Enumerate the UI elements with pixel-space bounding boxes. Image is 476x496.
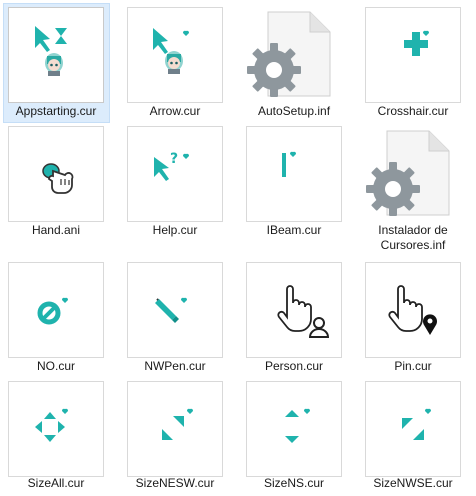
file-item-hand[interactable]: Hand.ani [0, 119, 119, 259]
settings-file-icon [244, 6, 340, 107]
file-name: Person.cur [264, 359, 324, 373]
crosshair-cursor-icon [365, 7, 461, 103]
file-item-instalador[interactable]: Instalador de Cursores.inf [357, 119, 476, 259]
size-nesw-cursor-icon [127, 381, 223, 477]
file-item-crosshair[interactable]: Crosshair.cur [357, 0, 476, 124]
pen-cursor-icon [127, 262, 223, 358]
size-nwse-cursor-icon [365, 381, 461, 477]
file-name: Help.cur [152, 223, 198, 237]
file-item-person[interactable]: Person.cur [238, 255, 357, 379]
file-item-sizenesw[interactable]: SizeNESW.cur [119, 374, 238, 496]
file-name: Hand.ani [31, 223, 81, 237]
settings-file-icon [363, 125, 459, 226]
file-name: Instalador de Cursores.inf [378, 223, 448, 252]
file-name: NWPen.cur [144, 359, 206, 373]
size-all-cursor-icon [8, 381, 104, 477]
help-cursor-icon: ? [127, 126, 223, 222]
file-item-autosetup[interactable]: AutoSetup.inf [238, 0, 357, 124]
file-name: SizeNS.cur [263, 476, 325, 490]
size-ns-cursor-icon [246, 381, 342, 477]
svg-text:?: ? [170, 151, 178, 167]
file-name: AutoSetup.inf [257, 104, 331, 118]
file-item-ibeam[interactable]: IBeam.cur [238, 119, 357, 259]
file-item-sizens[interactable]: SizeNS.cur [238, 374, 357, 496]
file-name: IBeam.cur [266, 223, 322, 237]
file-name: SizeAll.cur [27, 476, 85, 490]
no-cursor-icon [8, 262, 104, 358]
file-item-help[interactable]: ? Help.cur [119, 119, 238, 259]
hand-cursor-icon [8, 126, 104, 222]
file-item-arrow[interactable]: Arrow.cur [119, 0, 238, 124]
person-cursor-icon [246, 262, 342, 358]
file-item-pin[interactable]: Pin.cur [357, 255, 476, 379]
pin-cursor-icon [365, 262, 461, 358]
arrow-cursor-icon [127, 7, 223, 103]
file-name: Pin.cur [394, 359, 432, 373]
file-name: Crosshair.cur [377, 104, 449, 118]
ibeam-cursor-icon [246, 126, 342, 222]
file-item-appstarting[interactable]: Appstarting.cur [0, 0, 119, 124]
file-item-no[interactable]: NO.cur [0, 255, 119, 379]
file-item-nwpen[interactable]: NWPen.cur [119, 255, 238, 379]
file-name: Arrow.cur [149, 104, 201, 118]
file-name: NO.cur [36, 359, 75, 373]
appstarting-cursor-icon [8, 7, 104, 103]
file-name: SizeNWSE.cur [373, 476, 453, 490]
file-name: Appstarting.cur [15, 104, 97, 118]
file-item-sizenwse[interactable]: SizeNWSE.cur [357, 374, 476, 496]
file-name: SizeNESW.cur [135, 476, 215, 490]
file-item-sizeall[interactable]: SizeAll.cur [0, 374, 119, 496]
